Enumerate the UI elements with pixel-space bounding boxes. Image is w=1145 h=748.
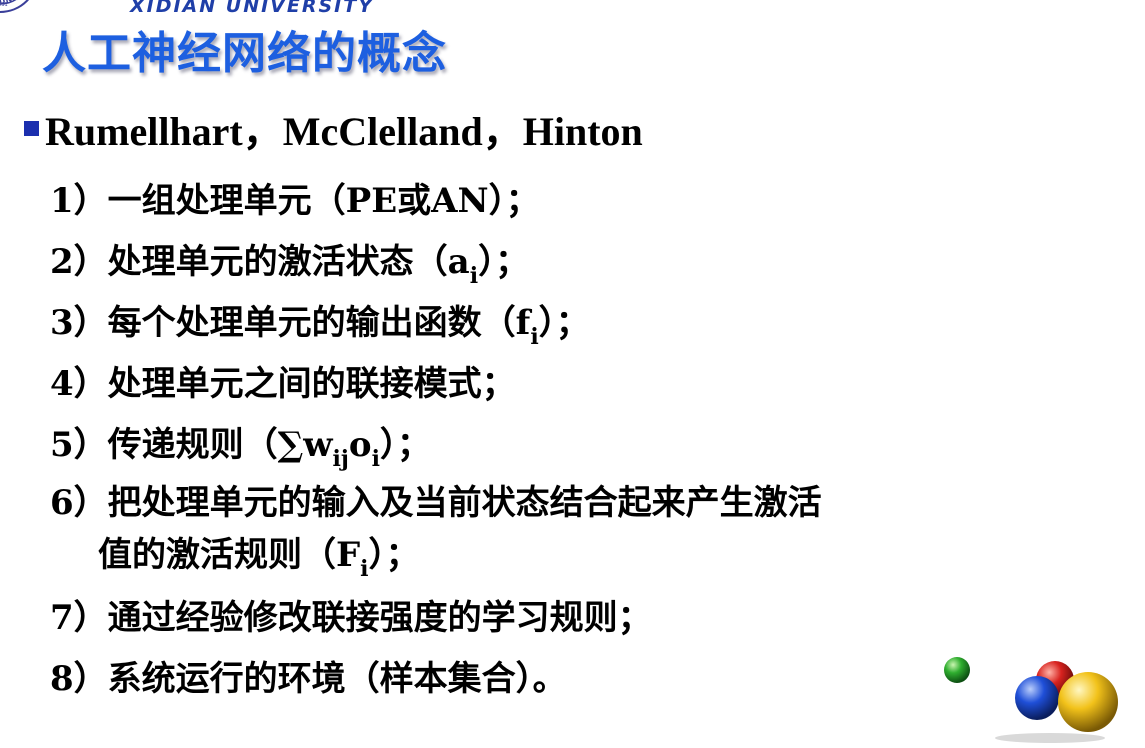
- item-list: 1）一组处理单元（PE或AN）； 2）处理单元的激活状态（ai）； 3）每个处理…: [50, 172, 1130, 711]
- item-text-end: ）；: [379, 425, 431, 465]
- item-number: 8）: [50, 659, 108, 699]
- bullet-text: Rumellhart，McClelland，Hinton: [45, 109, 643, 154]
- university-name: XIDIAN UNIVERSITY: [130, 0, 374, 17]
- bullet-square-icon: [24, 121, 39, 136]
- item-text-mid: o: [348, 425, 372, 465]
- item-text: 每个处理单元的输出函数（f: [107, 303, 531, 343]
- item-text-end: ）；: [368, 535, 420, 575]
- item-number: 7）: [50, 598, 108, 638]
- yellow-ball-icon: [1058, 672, 1118, 732]
- list-item: 4）处理单元之间的联接模式；: [50, 355, 1130, 416]
- item-text: 值的激活规则（F: [98, 535, 361, 575]
- item-text: 传递规则（∑w: [107, 425, 333, 465]
- svg-text:1931: 1931: [0, 2, 8, 8]
- slide-title: 人工神经网络的概念: [42, 28, 447, 79]
- subscript: i: [530, 324, 539, 350]
- item-text: 通过经验修改联接强度的学习规则；: [107, 598, 652, 638]
- item-number: 6）: [50, 483, 108, 523]
- green-ball-icon: [944, 657, 970, 683]
- subscript: i: [469, 263, 479, 289]
- item-number: 2）: [50, 242, 108, 282]
- subscript: i: [360, 556, 369, 582]
- list-item: 5）传递规则（∑wijoi）；: [50, 416, 1130, 477]
- list-item: 2）处理单元的激活状态（ai）；: [50, 233, 1130, 294]
- item-text-end: ）；: [538, 303, 590, 343]
- item-number: 1）: [50, 181, 108, 221]
- list-item: 6）把处理单元的输入及当前状态结合起来产生激活 值的激活规则（Fi）；: [50, 477, 1130, 589]
- decorative-balls: [930, 640, 1145, 744]
- item-number: 4）: [50, 364, 108, 404]
- item-text: 把处理单元的输入及当前状态结合起来产生激活: [107, 483, 822, 523]
- item-text: 处理单元的激活状态（a: [107, 242, 470, 282]
- item-number: 3）: [50, 303, 108, 343]
- subscript: i: [371, 446, 380, 472]
- item-text: 一组处理单元（PE或AN）；: [107, 181, 540, 221]
- item-number: 5）: [50, 425, 108, 465]
- subscript: ij: [332, 446, 349, 472]
- university-logo: XIDIAN UNIVERSITY 1931: [0, 0, 53, 15]
- list-item: 1）一组处理单元（PE或AN）；: [50, 172, 1130, 233]
- item-text: 处理单元之间的联接模式；: [107, 364, 516, 404]
- blue-ball-icon: [1015, 676, 1059, 720]
- item-text-end: ）；: [478, 242, 530, 282]
- item-continuation: 值的激活规则（Fi）；: [50, 529, 1130, 581]
- list-item: 3）每个处理单元的输出函数（fi）；: [50, 294, 1130, 355]
- bullet-item: Rumellhart，McClelland，Hinton: [24, 104, 643, 160]
- item-text: 系统运行的环境（样本集合）。: [107, 659, 567, 699]
